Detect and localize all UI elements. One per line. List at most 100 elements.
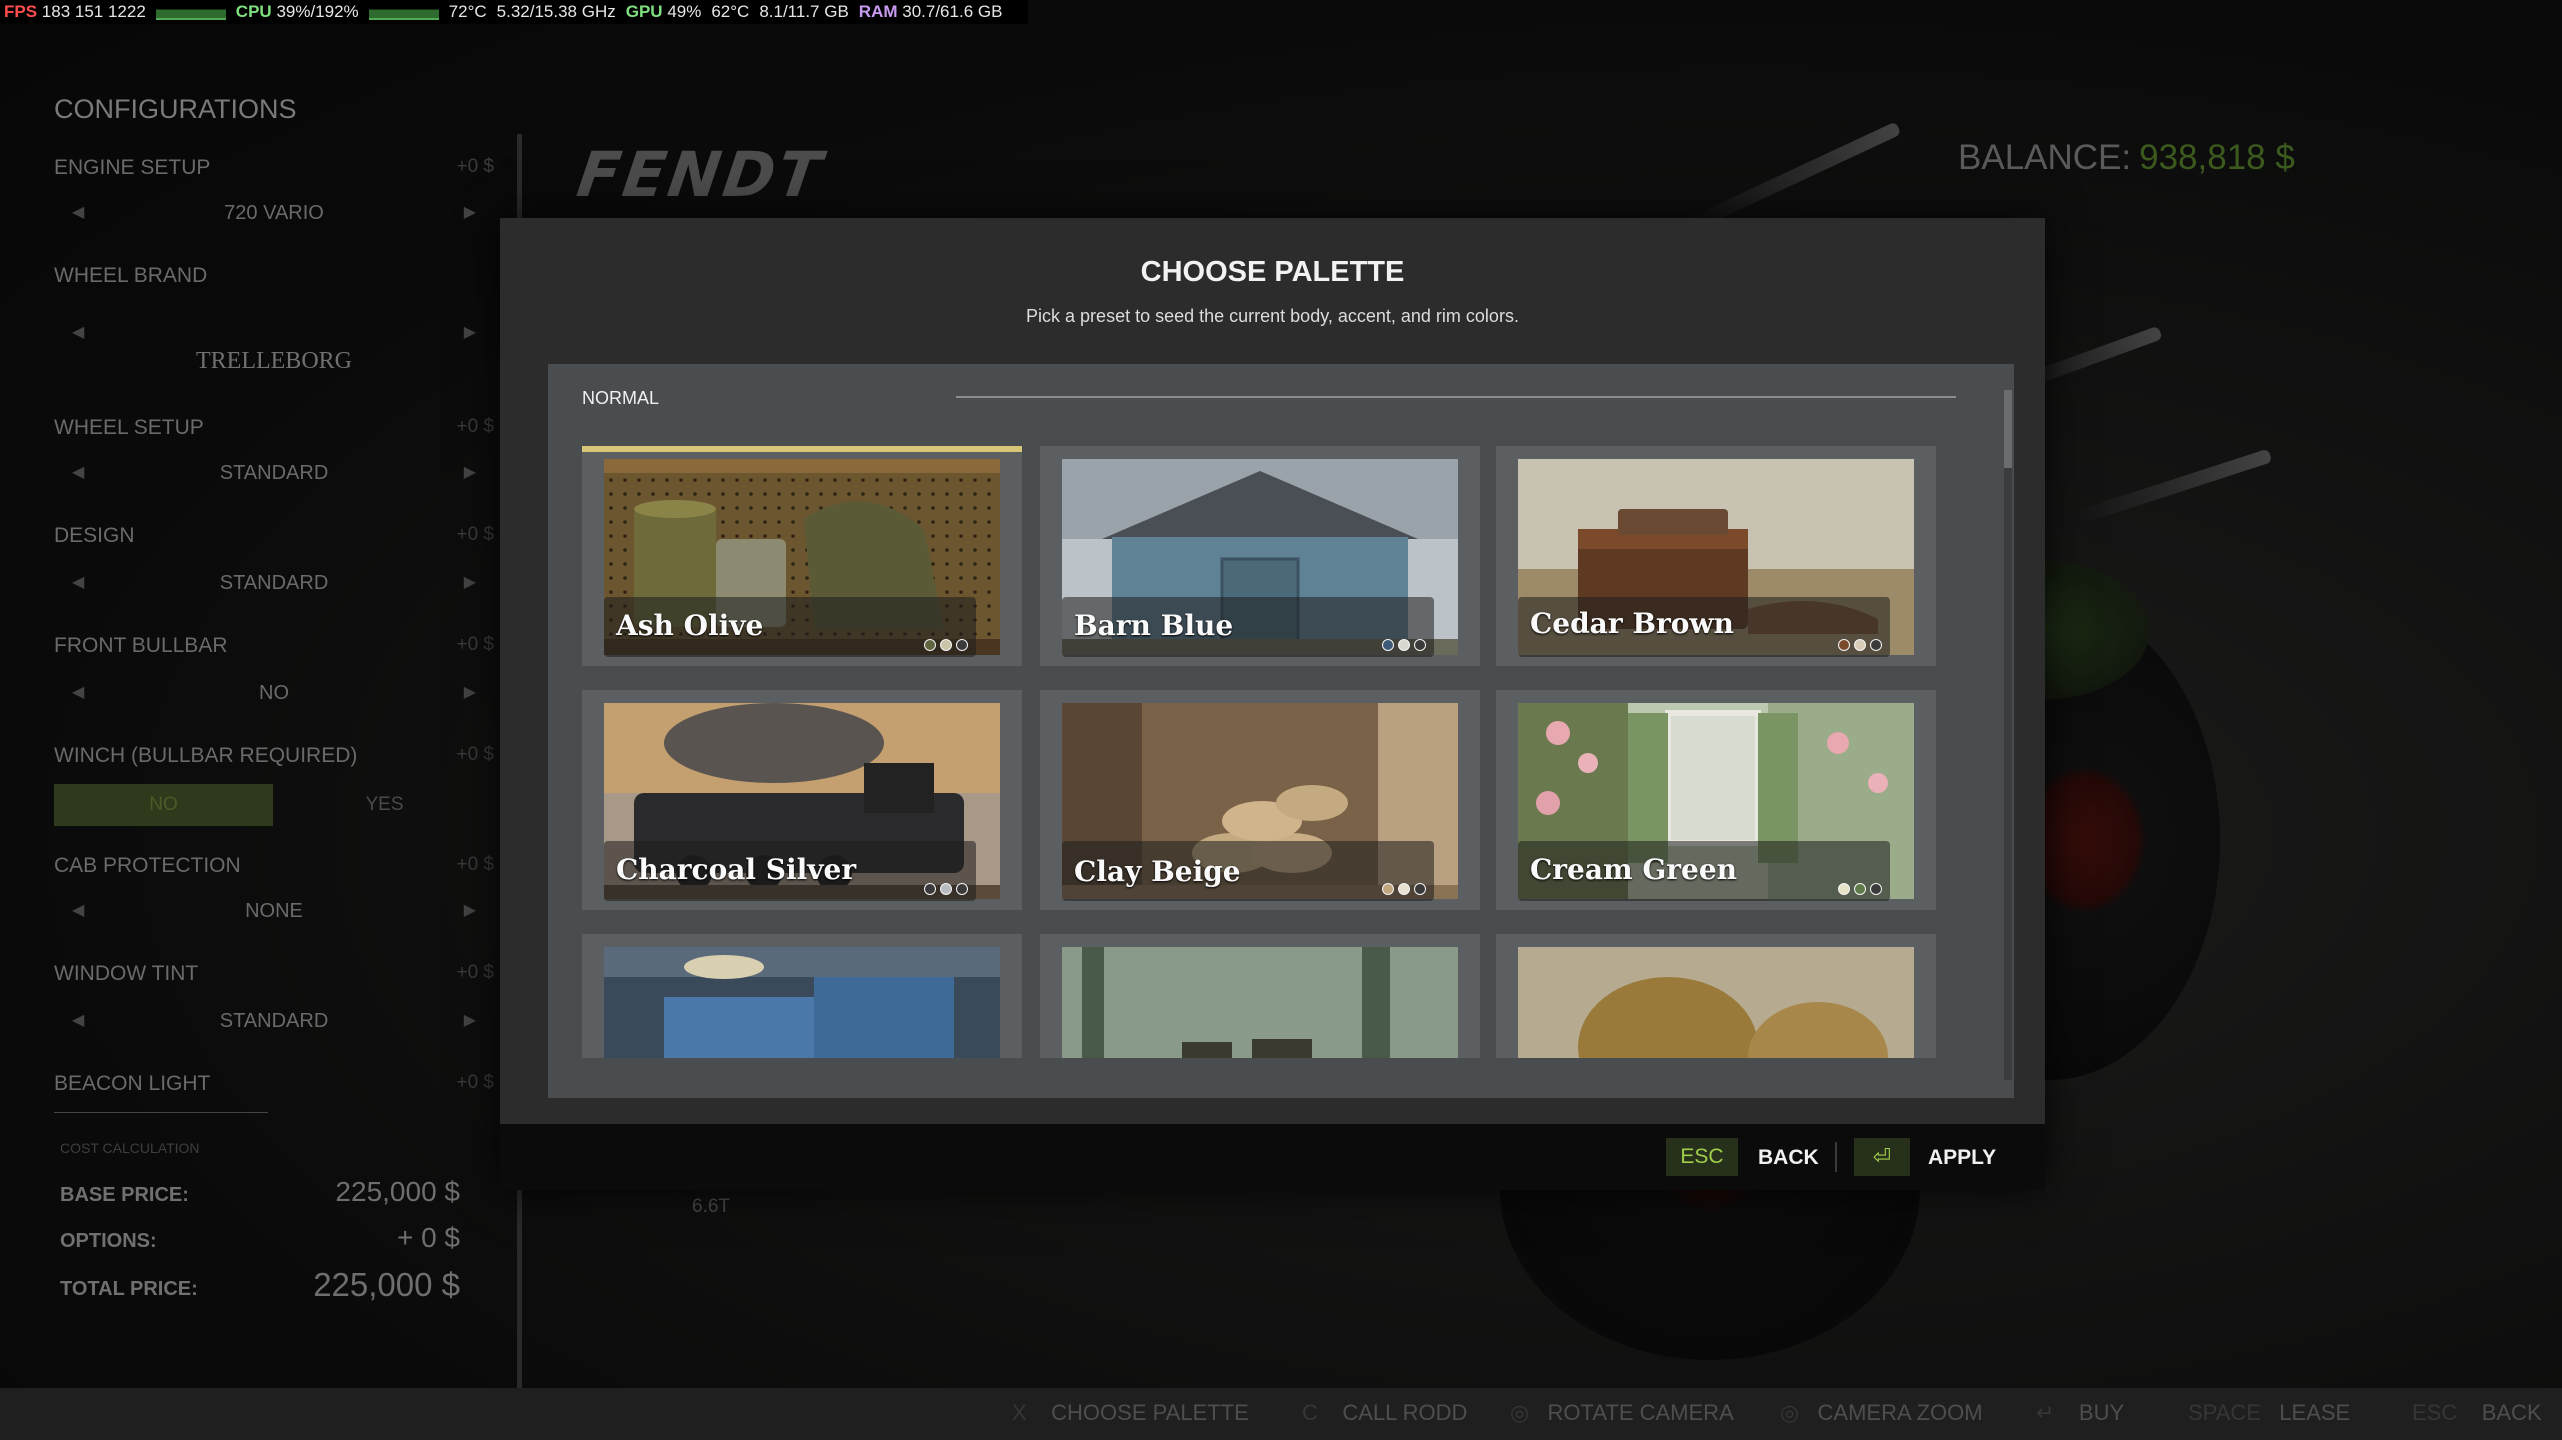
palette-name: Charcoal Silver <box>616 853 857 886</box>
config-section-front-bullbar[interactable]: FRONT BULLBAR +0 $ <box>54 634 494 658</box>
total-price-value: 225,000 $ <box>313 1266 460 1303</box>
swatch-dot <box>1838 883 1850 895</box>
engine-selector[interactable]: ◀ 720 VARIO ▶ <box>54 202 494 225</box>
palette-tile-partial[interactable] <box>582 934 1022 1058</box>
mouse-wheel-icon: ◎ <box>1780 1400 1800 1425</box>
palette-list[interactable]: NORMAL Ash Olive Barn Blue Cedar Brown C… <box>548 364 2014 1098</box>
palette-tile-cream-green[interactable]: Cream Green <box>1496 690 1936 910</box>
chevron-right-icon[interactable]: ▶ <box>464 900 476 920</box>
chevron-right-icon[interactable]: ▶ <box>464 322 476 342</box>
cab-protection-selector[interactable]: ◀ NONE ▶ <box>54 900 494 923</box>
section-label: DESIGN <box>54 524 135 547</box>
chevron-left-icon[interactable]: ◀ <box>72 900 84 920</box>
wheel-brand-selector[interactable]: ◀ TRELLEBORG ▶ <box>54 322 494 378</box>
section-label: CAB PROTECTION <box>54 854 241 877</box>
chevron-right-icon[interactable]: ▶ <box>464 1010 476 1030</box>
palette-tile-barn-blue[interactable]: Barn Blue <box>1040 446 1480 666</box>
action-buy[interactable]: ↵ BUY <box>2036 1400 2124 1426</box>
design-selector[interactable]: ◀ STANDARD ▶ <box>54 572 494 595</box>
section-cost: +0 $ <box>456 744 494 765</box>
chevron-right-icon[interactable]: ▶ <box>464 202 476 222</box>
palette-caption: Clay Beige <box>1062 841 1434 901</box>
section-cost: +0 $ <box>456 416 494 437</box>
section-label: BEACON LIGHT <box>54 1072 211 1095</box>
config-section-beacon-light[interactable]: BEACON LIGHT +0 $ <box>54 1072 494 1096</box>
swatch-dot <box>1870 883 1882 895</box>
balance-display: BALANCE: 938,818 $ <box>1958 138 2295 178</box>
winch-yes-option[interactable]: YES <box>275 784 494 826</box>
config-section-design[interactable]: DESIGN +0 $ <box>54 524 494 548</box>
dialog-title: CHOOSE PALETTE <box>1140 256 1405 288</box>
action-choose-palette[interactable]: X CHOOSE PALETTE <box>1012 1400 1249 1426</box>
palette-tile-clay-beige[interactable]: Clay Beige <box>1040 690 1480 910</box>
chevron-left-icon[interactable]: ◀ <box>72 462 84 482</box>
options-label: OPTIONS: <box>60 1230 157 1252</box>
configurations-title: CONFIGURATIONS <box>54 94 297 124</box>
selector-value: STANDARD <box>219 1010 329 1032</box>
chevron-left-icon[interactable]: ◀ <box>72 1010 84 1030</box>
chevron-right-icon[interactable]: ▶ <box>464 572 476 592</box>
config-section-winch[interactable]: WINCH (BULLBAR REQUIRED) +0 $ <box>54 744 494 768</box>
scrollbar-thumb[interactable] <box>2004 390 2012 468</box>
bottom-action-bar <box>0 1388 2562 1440</box>
swatch-dot <box>1382 639 1394 651</box>
swatch-dot <box>1398 639 1410 651</box>
action-lease[interactable]: SPACE LEASE <box>2188 1400 2350 1426</box>
palette-scrollbar[interactable] <box>2004 390 2012 1080</box>
config-section-window-tint[interactable]: WINDOW TINT +0 $ <box>54 962 494 986</box>
palette-swatches <box>1838 639 1882 651</box>
chevron-left-icon[interactable]: ◀ <box>72 682 84 702</box>
mouse-icon: ◎ <box>1510 1400 1530 1425</box>
action-rotate-camera[interactable]: ◎ ROTATE CAMERA <box>1510 1400 1734 1426</box>
apply-button[interactable]: APPLY <box>1928 1146 1996 1170</box>
palette-name: Cedar Brown <box>1530 607 1734 640</box>
ram-label: RAM <box>858 2 898 21</box>
section-label: WINDOW TINT <box>54 962 199 985</box>
section-label: ENGINE SETUP <box>54 156 211 179</box>
enter-key-icon[interactable]: ⏎ <box>1854 1138 1910 1176</box>
chevron-left-icon[interactable]: ◀ <box>72 202 84 222</box>
action-call-rodd[interactable]: C CALL RODD <box>1302 1400 1467 1426</box>
palette-tile-ash-olive[interactable]: Ash Olive <box>582 446 1022 666</box>
swatch-dot <box>1398 883 1410 895</box>
gpu-value: 49% <box>667 2 702 21</box>
cost-calculation-heading: COST CALCULATION <box>60 1140 200 1156</box>
chevron-right-icon[interactable]: ▶ <box>464 682 476 702</box>
front-bullbar-selector[interactable]: ◀ NO ▶ <box>54 682 494 705</box>
action-back[interactable]: ESC BACK <box>2412 1400 2542 1426</box>
gpu-temp: 62°C <box>711 2 750 21</box>
chevron-left-icon[interactable]: ◀ <box>72 322 84 342</box>
esc-key-badge[interactable]: ESC <box>1666 1138 1738 1176</box>
window-tint-selector[interactable]: ◀ STANDARD ▶ <box>54 1010 494 1033</box>
palette-tile-cedar-brown[interactable]: Cedar Brown <box>1496 446 1936 666</box>
winch-no-option[interactable]: NO <box>54 784 273 826</box>
chevron-right-icon[interactable]: ▶ <box>464 462 476 482</box>
config-section-wheel-setup[interactable]: WHEEL SETUP +0 $ <box>54 416 494 440</box>
palette-caption: Barn Blue <box>1062 597 1434 657</box>
palette-name: Barn Blue <box>1074 609 1234 642</box>
key-x-icon: X <box>1012 1400 1027 1425</box>
wheel-setup-selector[interactable]: ◀ STANDARD ▶ <box>54 462 494 485</box>
config-section-wheel-brand[interactable]: WHEEL BRAND <box>54 264 494 288</box>
winch-toggle[interactable]: NO YES <box>54 784 494 826</box>
section-cost: +0 $ <box>456 854 494 875</box>
vehicle-spec-label: 6.6T <box>692 1196 731 1217</box>
palette-swatches <box>1382 639 1426 651</box>
swatch-dot <box>1382 883 1394 895</box>
trelleborg-logo: TRELLEBORG <box>196 348 352 374</box>
space-key-icon: SPACE <box>2188 1400 2261 1425</box>
section-label: WINCH (BULLBAR REQUIRED) <box>54 744 358 767</box>
enter-key-icon: ↵ <box>2036 1400 2055 1425</box>
swatch-dot <box>956 639 968 651</box>
action-camera-zoom[interactable]: ◎ CAMERA ZOOM <box>1780 1400 1983 1426</box>
section-cost: +0 $ <box>456 634 494 655</box>
back-button[interactable]: BACK <box>1758 1146 1819 1170</box>
base-price-value: 225,000 $ <box>335 1176 460 1207</box>
chevron-left-icon[interactable]: ◀ <box>72 572 84 592</box>
config-section-engine[interactable]: ENGINE SETUP +0 $ <box>54 156 494 180</box>
action-label: ROTATE CAMERA <box>1547 1400 1734 1425</box>
config-section-cab-protection[interactable]: CAB PROTECTION +0 $ <box>54 854 494 878</box>
palette-tile-partial[interactable] <box>1040 934 1480 1058</box>
palette-tile-partial[interactable] <box>1496 934 1936 1058</box>
palette-tile-charcoal-silver[interactable]: Charcoal Silver <box>582 690 1022 910</box>
